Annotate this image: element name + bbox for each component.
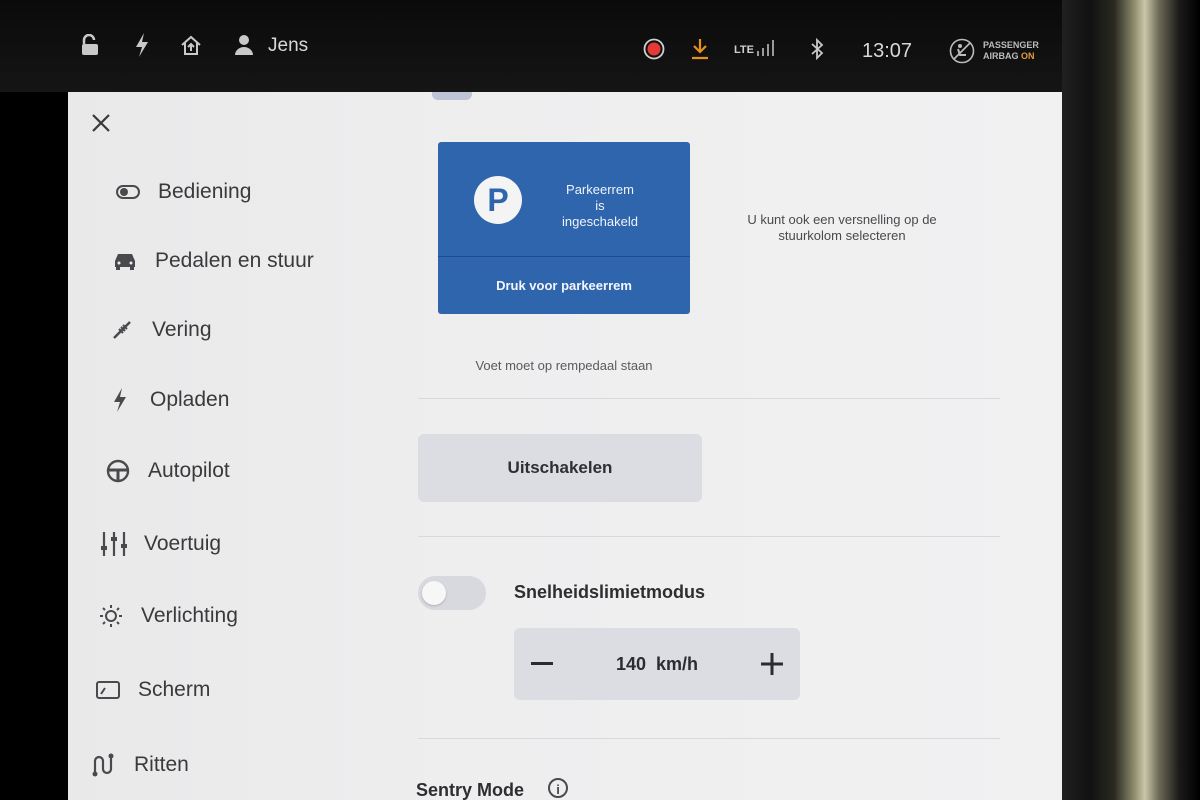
bluetooth-icon[interactable] (810, 38, 824, 60)
disable-button[interactable]: Uitschakelen (418, 434, 702, 502)
display-icon (94, 678, 122, 702)
divider (418, 536, 1000, 537)
screen-bezel (1062, 0, 1200, 800)
speed-limit-value: 140 km/h (570, 628, 744, 700)
gear-selector-hint: U kunt ook een versnelling op de stuurko… (736, 212, 948, 244)
trips-icon (90, 753, 118, 777)
lock-open-icon[interactable] (80, 34, 100, 56)
parking-brake-status: Parkeerrem is ingeschakeld (550, 182, 650, 230)
status-line2: is (595, 198, 605, 213)
divider (418, 398, 1000, 399)
airbag-status: PASSENGER AIRBAG ON (983, 40, 1039, 62)
sidebar-item-label: Opladen (150, 388, 230, 411)
sidebar-item-verlichting[interactable]: Verlichting (97, 596, 238, 636)
sidebar-item-label: Pedalen en stuur (155, 249, 314, 272)
hint-line2: stuurkolom selecteren (778, 228, 906, 243)
clock-time: 13:07 (862, 40, 913, 62)
increase-button[interactable] (744, 628, 800, 700)
sidebar-item-autopilot[interactable]: Autopilot (104, 451, 230, 491)
light-icon (97, 604, 125, 628)
toggle-icon (114, 180, 142, 204)
close-icon (92, 114, 110, 132)
airbag-icon (949, 38, 975, 64)
car-icon (111, 249, 139, 273)
bolt-icon (106, 388, 134, 412)
sidebar-item-label: Vering (152, 318, 212, 341)
sidebar-item-label: Scherm (138, 678, 211, 701)
controls-panel: Bediening Pedalen en stuur Vering Oplade… (68, 92, 1062, 800)
sidebar-item-scherm[interactable]: Scherm (94, 670, 210, 710)
previous-option-fragment (432, 92, 472, 100)
driver-name[interactable]: Jens (268, 35, 308, 57)
brake-pedal-note: Voet moet op rempedaal staan (475, 358, 653, 373)
sidebar-item-voertuig[interactable]: Voertuig (100, 524, 221, 564)
speed-value: 140 (615, 654, 646, 674)
sidebar-item-label: Ritten (134, 753, 189, 776)
airbag-state: ON (1021, 51, 1035, 61)
minus-icon (531, 662, 553, 665)
homelink-icon[interactable] (180, 34, 202, 56)
sidebar-item-pedalen[interactable]: Pedalen en stuur (111, 241, 314, 281)
settings-content: P Parkeerrem is ingeschakeld Druk voor p… (416, 92, 1058, 800)
decrease-button[interactable] (514, 628, 570, 700)
user-icon[interactable] (234, 34, 254, 56)
parking-brake-status-area: P Parkeerrem is ingeschakeld (438, 142, 690, 257)
lte-label: LTE (734, 44, 754, 56)
record-icon[interactable] (643, 38, 665, 60)
suspension-icon (108, 318, 136, 342)
steering-wheel-icon (104, 459, 132, 483)
speed-limit-stepper: 140 km/h (514, 628, 800, 700)
speed-unit: km/h (656, 654, 699, 674)
speed-limit-label: Snelheidslimietmodus (514, 582, 706, 602)
sidebar-item-label: Autopilot (148, 459, 230, 482)
sidebar-item-label: Voertuig (144, 532, 222, 555)
airbag-line1: PASSENGER (983, 40, 1039, 50)
status-line1: Parkeerrem (566, 182, 634, 197)
status-line3: ingeschakeld (562, 214, 638, 229)
divider (418, 738, 1000, 739)
sidebar-item-ritten[interactable]: Ritten (90, 745, 189, 785)
sentry-mode-label: Sentry Mode (416, 780, 525, 800)
speed-limit-toggle[interactable] (418, 576, 486, 610)
download-icon[interactable] (690, 38, 710, 60)
sidebar-item-vering[interactable]: Vering (108, 310, 212, 350)
parking-brake-icon: P (474, 176, 522, 224)
bolt-icon[interactable] (134, 33, 150, 57)
signal-icon (756, 40, 774, 56)
plus-icon (761, 653, 783, 675)
sidebar-item-label: Bediening (158, 180, 252, 203)
sliders-icon (100, 532, 128, 556)
hint-line1: U kunt ook een versnelling op de (747, 212, 937, 227)
parking-brake-card[interactable]: P Parkeerrem is ingeschakeld Druk voor p… (438, 142, 690, 314)
close-button[interactable] (90, 112, 112, 134)
status-bar: Jens LTE 13:07 PASSENGER AIRBAG ON (0, 0, 1200, 92)
sidebar-item-label: Verlichting (141, 604, 238, 627)
sidebar-item-opladen[interactable]: Opladen (106, 380, 229, 420)
signal-indicator: LTE (734, 40, 776, 56)
press-parking-brake-button[interactable]: Druk voor parkeerrem (438, 257, 690, 314)
sidebar-item-bediening[interactable]: Bediening (114, 172, 251, 212)
info-icon[interactable]: i (548, 778, 568, 798)
toggle-knob (422, 581, 446, 605)
airbag-line2: AIRBAG (983, 51, 1019, 61)
